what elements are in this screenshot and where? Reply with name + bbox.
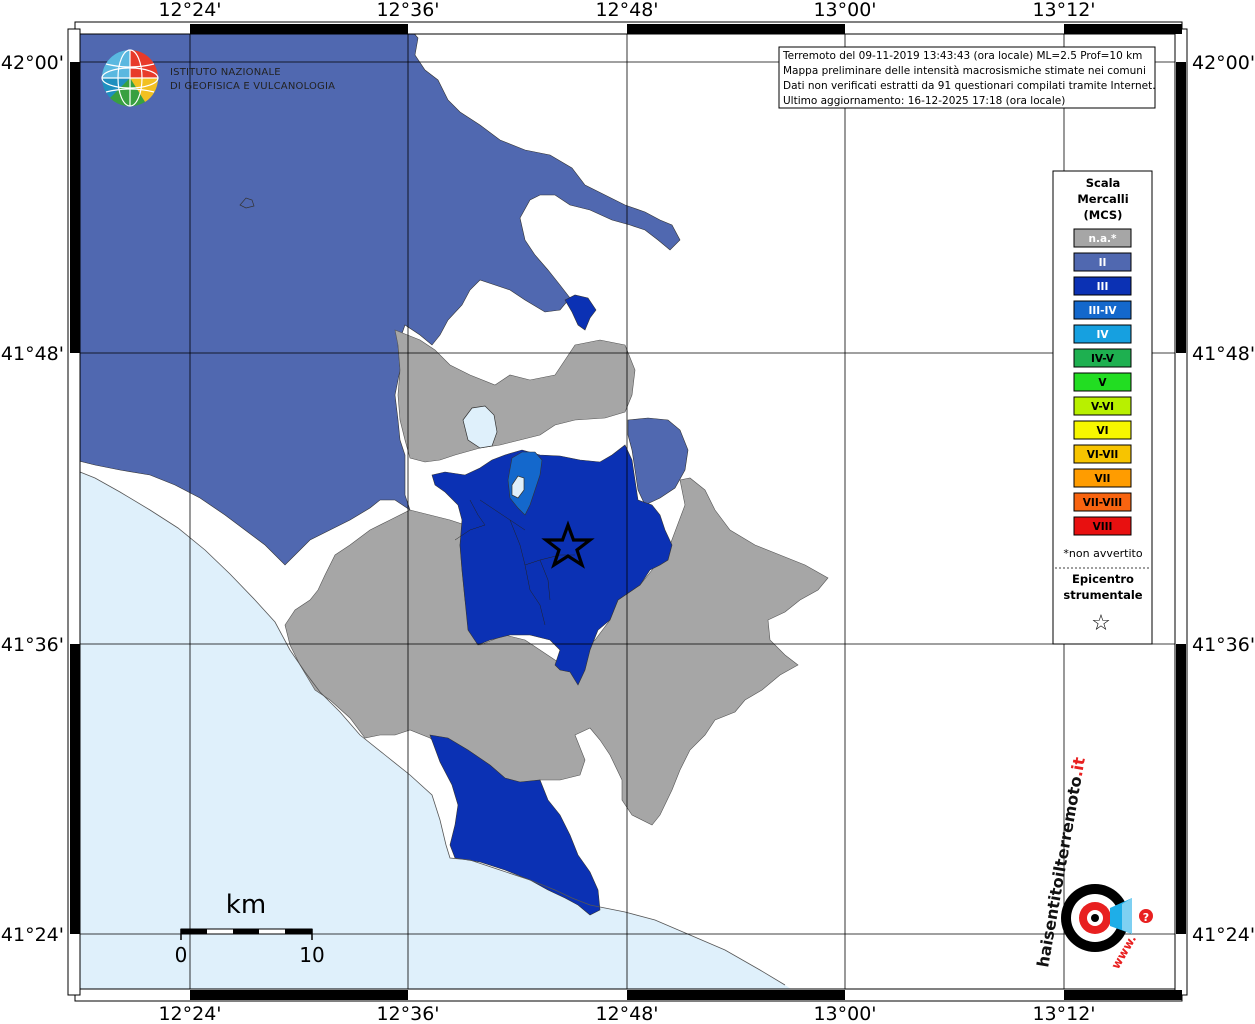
legend-item: IV-V — [1073, 348, 1132, 368]
legend-item: V — [1073, 372, 1132, 392]
macroseismic-map: 12°24' 12°36' 12°48' 13°00' 13°12' 12°24… — [1, 0, 1255, 1024]
lon-label-top-2: 12°36' — [376, 0, 439, 21]
legend-note: *non avvertito — [1063, 547, 1142, 560]
legend-swatch-label: III-IV — [1088, 305, 1117, 317]
legend-swatch-label: IV — [1096, 329, 1109, 341]
lon-label-top-5: 13°12' — [1032, 0, 1095, 21]
info-box: Terremoto del 09-11-2019 13:43:43 (ora l… — [778, 46, 1156, 109]
legend-star-icon: ☆ — [1091, 611, 1111, 636]
legend-swatch-label: VII-VIII — [1083, 497, 1122, 509]
legend-swatch-label: n.a.* — [1088, 233, 1117, 245]
legend-item: V-VI — [1073, 396, 1132, 416]
legend-swatch-label: V-VI — [1091, 401, 1114, 413]
legend-item: II — [1073, 252, 1132, 272]
legend-item: n.a.* — [1073, 228, 1132, 248]
lon-label-bottom-1: 12°24' — [158, 1003, 221, 1024]
lon-label-top-1: 12°24' — [158, 0, 221, 21]
legend-item: VII — [1073, 468, 1132, 488]
legend-epicenter-line2: strumentale — [1063, 588, 1142, 602]
legend-swatch-label: VII — [1095, 473, 1111, 485]
legend-title-line2: Mercalli — [1077, 192, 1128, 206]
ingv-name-line1: ISTITUTO NAZIONALE — [170, 67, 281, 78]
scale-max: 10 — [299, 943, 324, 967]
info-line-3: Dati non verificati estratti da 91 quest… — [783, 80, 1156, 92]
legend-item: IV — [1073, 324, 1132, 344]
legend-item: III — [1073, 276, 1132, 296]
lat-label-right-2: 41°48' — [1192, 343, 1255, 365]
legend-swatch-label: VI — [1096, 425, 1108, 437]
lon-label-top-3: 12°48' — [595, 0, 658, 21]
lon-label-bottom-4: 13°00' — [813, 1003, 876, 1024]
map-area — [74, 28, 1182, 995]
scale-min: 0 — [175, 943, 188, 967]
lon-label-bottom-5: 13°12' — [1032, 1003, 1095, 1024]
badge-question-mark: ? — [1143, 911, 1149, 924]
lat-label-right-4: 41°24' — [1192, 924, 1255, 946]
lat-label-left-3: 41°36' — [1, 634, 64, 656]
lon-label-bottom-2: 12°36' — [376, 1003, 439, 1024]
ingv-globe-icon — [101, 49, 159, 107]
lat-label-left-2: 41°48' — [1, 343, 64, 365]
legend-epicenter-line1: Epicentro — [1072, 572, 1134, 586]
legend-swatch-label: II — [1099, 257, 1107, 269]
info-line-4: Ultimo aggiornamento: 16-12-2025 17:18 (… — [783, 95, 1065, 107]
legend-item: VI — [1073, 420, 1132, 440]
info-line-1: Terremoto del 09-11-2019 13:43:43 (ora l… — [782, 50, 1142, 62]
legend-title-line3: (MCS) — [1084, 208, 1123, 222]
lat-label-right-1: 42°00' — [1192, 52, 1255, 74]
legend-item: VIII — [1073, 516, 1132, 536]
lon-label-bottom-3: 12°48' — [595, 1003, 658, 1024]
legend-swatch-label: V — [1098, 377, 1107, 389]
info-line-2: Mappa preliminare delle intensità macros… — [783, 65, 1146, 77]
legend-swatch-label: VIII — [1093, 521, 1113, 533]
legend: Scala Mercalli (MCS) n.a.*IIIIIIII-IVIVI… — [1052, 170, 1153, 645]
legend-title-line1: Scala — [1086, 176, 1121, 190]
legend-item: VII-VIII — [1073, 492, 1132, 512]
ingv-name-line2: DI GEOFISICA E VULCANOLOGIA — [170, 81, 335, 92]
legend-item: VI-VII — [1073, 444, 1132, 464]
legend-swatch-label: III — [1097, 281, 1109, 293]
lon-label-top-4: 13°00' — [813, 0, 876, 21]
lat-label-left-1: 42°00' — [1, 52, 64, 74]
legend-swatch-label: VI-VII — [1087, 449, 1119, 461]
legend-swatch-label: IV-V — [1091, 353, 1115, 365]
legend-item: III-IV — [1073, 300, 1132, 320]
scale-unit: km — [226, 890, 266, 920]
lat-label-right-3: 41°36' — [1192, 634, 1255, 656]
lat-label-left-4: 41°24' — [1, 924, 64, 946]
